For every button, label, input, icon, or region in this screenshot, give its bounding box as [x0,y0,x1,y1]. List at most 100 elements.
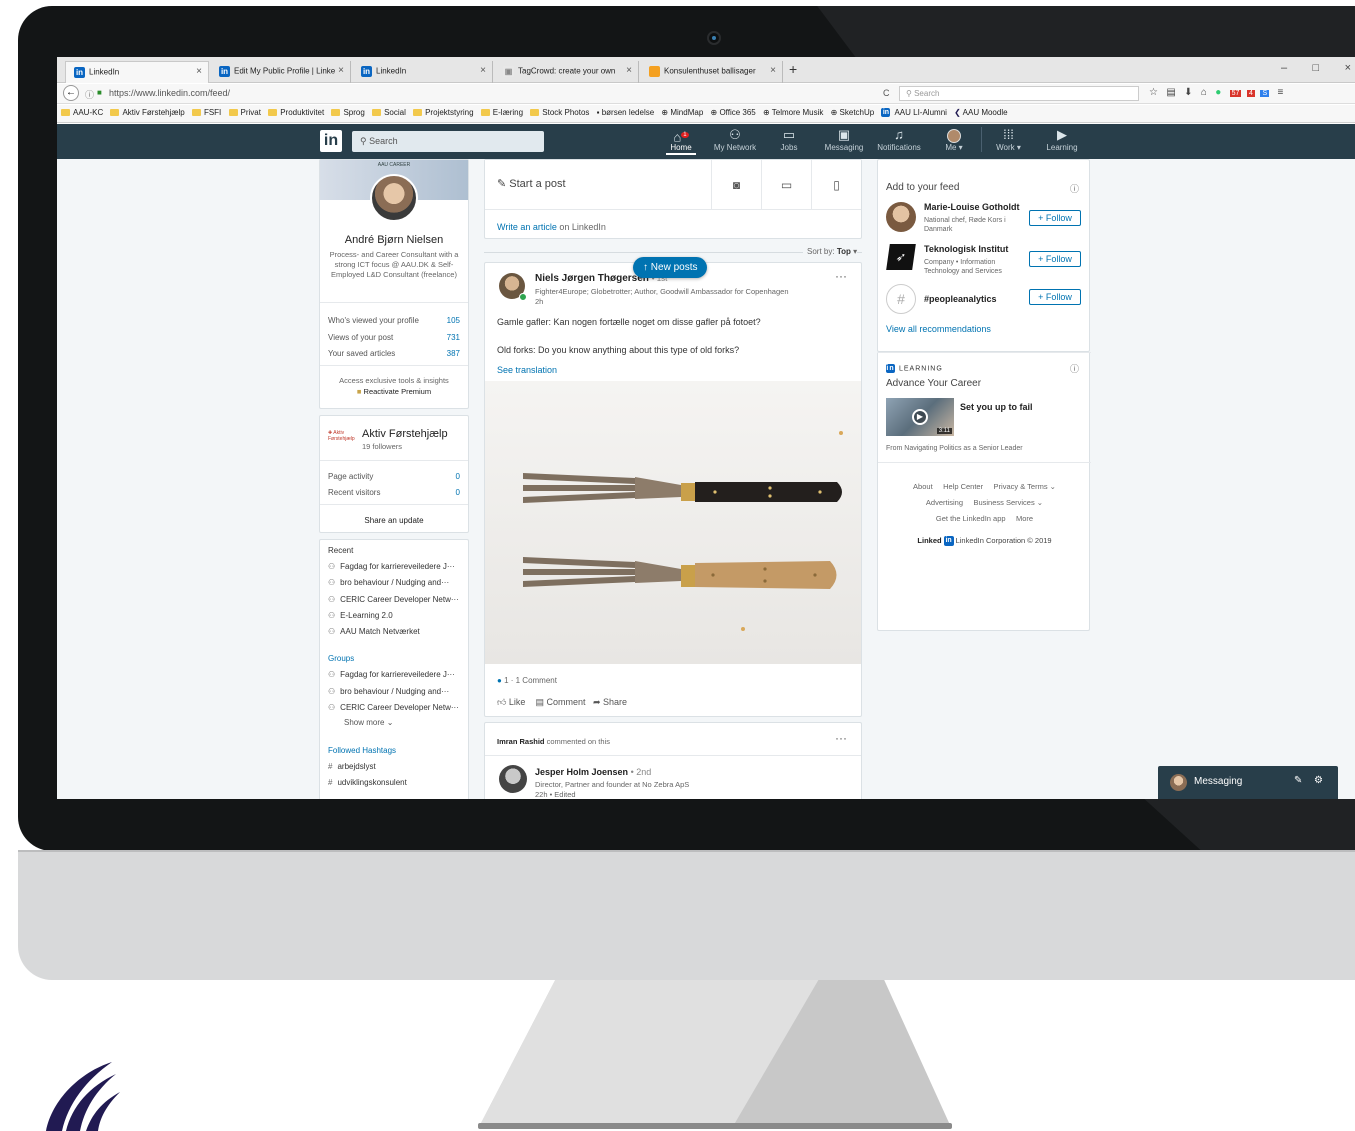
clipboard-icon[interactable]: ▤ [1166,87,1175,98]
close-tab-icon[interactable]: × [480,65,486,76]
close-tab-icon[interactable]: × [196,66,202,77]
linkedin-logo[interactable]: in [320,130,342,152]
addon-green-icon[interactable]: ● [1215,87,1221,98]
bookmark-item[interactable]: ❮ AAU Moodle [954,108,1007,117]
linkedin-search-input[interactable]: ⚲ Search [352,131,544,152]
group-item[interactable]: ⚇ Fagdag for karriereveiledere J··· [328,670,455,679]
hashtag-icon[interactable]: # [886,284,916,314]
follow-button[interactable]: + Follow [1029,251,1081,267]
nav-notifications[interactable]: ♫ Notifications [872,127,926,152]
group-item[interactable]: ⚇ CERIC Career Developer Netw··· [328,703,459,712]
footer-link[interactable]: Business Services ⌄ [973,498,1043,507]
minimize-button[interactable]: – [1281,62,1287,74]
show-more-button[interactable]: Show more ⌄ [344,718,393,727]
url-field[interactable]: https://www.linkedin.com/feed/ [109,88,230,98]
camera-icon[interactable]: ◙ [711,160,761,210]
hashtag-item[interactable]: # arbejdslyst [328,762,376,771]
nav-home[interactable]: ⌂ 1 Home [654,127,708,155]
hashtags-title[interactable]: Followed Hashtags [328,746,396,755]
bookmark-item[interactable]: Privat [228,108,261,117]
browser-tab[interactable]: ▣ TagCrowd: create your own × [495,61,639,83]
follow-button[interactable]: + Follow [1029,210,1081,226]
bookmark-item[interactable]: Stock Photos [530,108,589,117]
commenter-name[interactable]: Imran Rashid [497,737,545,746]
bookmark-item[interactable]: ⊕ SketchUp [831,108,875,117]
browser-tab[interactable]: in LinkedIn × [65,61,209,83]
nav-messaging[interactable]: ▣ Messaging [817,127,871,152]
suggestion-name[interactable]: #peopleanalytics [924,294,997,304]
compose-icon[interactable]: ✎ [1294,775,1302,786]
course-title[interactable]: Set you up to fail [960,402,1033,412]
bookmark-item[interactable]: E-læring [480,108,523,117]
browser-tab[interactable]: in LinkedIn × [353,61,493,83]
profile-name[interactable]: André Bjørn Nielsen [320,234,468,246]
see-translation-link[interactable]: See translation [497,365,557,375]
home-icon[interactable]: ⌂ [1201,87,1207,98]
recent-item[interactable]: ⚇ AAU Match Netværket [328,627,420,636]
close-tab-icon[interactable]: × [338,65,344,76]
course-thumbnail[interactable]: ▶ 3:11 [886,398,954,436]
nav-me[interactable]: Me ▾ [927,127,981,152]
write-article-link[interactable]: Write an article [497,222,557,232]
new-posts-button[interactable]: ↑ New posts [633,257,708,278]
addon-badge-icon[interactable]: 57 [1229,90,1242,97]
restore-button[interactable]: □ [1313,62,1320,74]
bookmark-item[interactable]: AAU-KC [61,108,103,117]
bookmark-item[interactable]: Projektstyring [413,108,474,117]
bookmark-item[interactable]: ⊕ MindMap [661,108,703,117]
stat-row[interactable]: Who's viewed your profile 105 [328,316,460,325]
close-tab-icon[interactable]: × [626,65,632,76]
messaging-bar[interactable]: Messaging ✎ ⚙ [1158,766,1338,799]
bookmark-star-icon[interactable]: ☆ [1149,87,1158,98]
reload-icon[interactable]: C [883,88,890,98]
nav-work[interactable]: ⁞⁞⁞ Work ▾ [981,127,1035,152]
document-icon[interactable]: ▯ [811,160,861,210]
post-more-icon[interactable]: ··· [835,269,847,283]
page-stat-row[interactable]: Page activity 0 [328,472,460,481]
addon-badge-icon[interactable]: 4 [1246,90,1255,97]
bookmark-item[interactable]: Aktiv Førstehjælp [110,108,185,117]
page-logo[interactable]: ✚ Aktiv Førstehjælp [328,430,355,446]
bookmark-item[interactable]: Produktivitet [268,108,324,117]
nav-jobs[interactable]: ▭ Jobs [762,127,816,152]
start-post-button[interactable]: ✎ Start a post [497,177,566,190]
nav-learning[interactable]: ▶ Learning [1035,127,1089,152]
addon-blue-icon[interactable]: S [1260,90,1270,97]
footer-link[interactable]: More [1016,514,1033,523]
info-icon[interactable]: ⓘ [1070,182,1079,195]
post-reactions[interactable]: ● 1 · 1 Comment [497,676,557,685]
recent-item[interactable]: ⚇ Fagdag for karriereveiledere J··· [328,562,455,571]
footer-link[interactable]: Help Center [943,482,983,491]
browser-tab[interactable]: Konsulenthuset ballisager × [641,61,783,83]
group-item[interactable]: ⚇ bro behaviour / Nudging and··· [328,687,449,696]
share-update-button[interactable]: Share an update [320,516,468,525]
back-arrow-icon[interactable]: ← [63,85,79,101]
teknologisk-logo[interactable]: ➶ [886,244,916,270]
close-tab-icon[interactable]: × [770,65,776,76]
comment-button[interactable]: ▤ Comment [535,697,585,707]
post-more-icon[interactable]: ··· [835,731,847,745]
video-icon[interactable]: ▭ [761,160,811,210]
stat-row[interactable]: Your saved articles 387 [328,349,460,358]
hashtag-item[interactable]: # udviklingskonsulent [328,778,407,787]
bookmark-item[interactable]: Social [372,108,406,117]
browser-tab[interactable]: in Edit My Public Profile | Linke × [211,61,351,83]
page-name[interactable]: Aktiv Førstehjælp [362,428,448,440]
sort-control[interactable]: Sort by: Top ▾ [803,247,858,256]
page-stat-row[interactable]: Recent visitors 0 [328,488,460,497]
post-author[interactable]: Niels Jørgen Thøgersen [535,273,649,284]
info-icon[interactable]: ⓘ [1070,362,1079,375]
footer-link[interactable]: Get the LinkedIn app [936,514,1006,523]
close-window-button[interactable]: × [1345,62,1351,74]
download-icon[interactable]: ⬇ [1184,87,1192,98]
suggestion-name[interactable]: Marie-Louise Gotholdt [924,202,1020,212]
post-author[interactable]: Jesper Holm Joensen [535,767,628,777]
bookmark-item[interactable]: FSFI [191,108,221,117]
like-button[interactable]: 👍︎ Like [497,697,525,707]
bookmark-item[interactable]: ▪ børsen ledelse [597,108,655,117]
follow-button[interactable]: + Follow [1029,289,1081,305]
author-avatar[interactable] [499,765,527,793]
footer-link[interactable]: Advertising [926,498,963,507]
bookmark-item[interactable]: ⊕ Telmore Musik [763,108,823,117]
reactivate-premium-link[interactable]: ■ Reactivate Premium [320,387,468,396]
